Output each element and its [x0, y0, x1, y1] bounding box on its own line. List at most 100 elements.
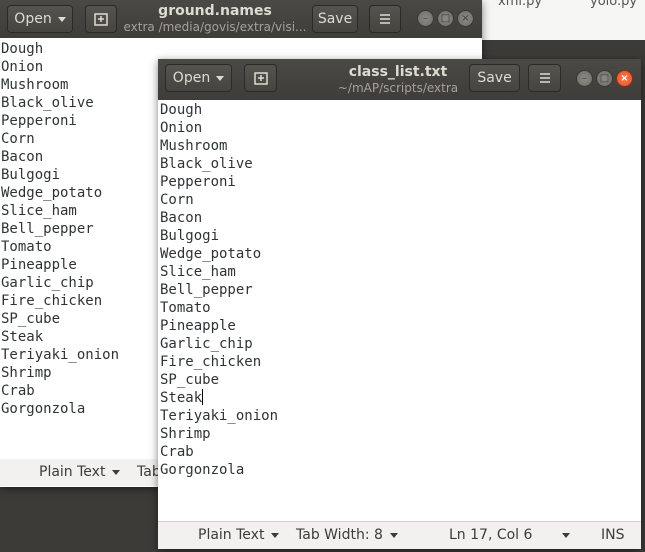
front-maximize-button[interactable]: □ — [596, 70, 613, 87]
line-text: Crab — [160, 444, 194, 460]
back-open-button[interactable]: Open — [7, 5, 73, 33]
front-language-label: Plain Text — [198, 527, 265, 543]
front-tab-width-selector[interactable]: Tab Width: 8 — [296, 527, 398, 543]
new-tab-icon — [94, 13, 108, 26]
hamburger-menu-icon — [380, 14, 390, 24]
line-text: Bacon — [160, 210, 203, 226]
text-line: Crab — [1, 382, 151, 400]
chevron-down-icon — [271, 532, 280, 538]
back-save-label: Save — [317, 11, 353, 27]
line-text: Onion — [1, 59, 44, 75]
front-window-subtitle: ~/mAP/scripts/extra — [337, 81, 459, 95]
text-line: Mushroom — [160, 137, 630, 155]
front-title-block: class_list.txt ~/mAP/scripts/extra — [328, 64, 468, 95]
line-text: Garlic_chip — [160, 336, 253, 352]
front-editor-window: Open class_list.txt ~/mAP/scripts/extra … — [158, 59, 641, 549]
front-open-label: Open — [172, 70, 211, 86]
back-new-tab-button[interactable] — [85, 5, 117, 33]
text-line: Bacon — [1, 148, 151, 166]
line-text: Bulgogi — [160, 228, 220, 244]
line-text: Black_olive — [1, 95, 94, 111]
back-save-button[interactable]: Save — [312, 5, 358, 33]
front-minimize-button[interactable]: – — [576, 70, 593, 87]
back-language-selector[interactable]: Plain Text — [39, 464, 121, 480]
text-line: Bulgogi — [160, 227, 630, 245]
back-window-title: ground.names — [158, 3, 272, 19]
desktop-file-xml[interactable]: xml.py — [498, 0, 542, 9]
front-statusbar: Plain Text Tab Width: 8 Ln 17, Col 6 INS — [158, 521, 641, 549]
line-text: SP_cube — [1, 311, 61, 327]
front-menu-button[interactable] — [528, 64, 561, 92]
text-line: Shrimp — [160, 425, 630, 443]
back-window-subtitle: extra /media/govis/extra/visi... — [123, 20, 307, 34]
maximize-icon: □ — [440, 12, 451, 24]
text-line: Bell_pepper — [160, 281, 630, 299]
line-text: SP_cube — [160, 372, 220, 388]
front-save-label: Save — [477, 70, 512, 86]
text-cursor — [202, 389, 204, 405]
text-line: Wedge_potato — [1, 184, 151, 202]
text-line: Crab — [160, 443, 630, 461]
text-line: SP_cube — [160, 371, 630, 389]
line-text: Pepperoni — [1, 113, 77, 129]
line-text: Corn — [160, 192, 194, 208]
front-save-button[interactable]: Save — [469, 64, 520, 92]
line-text: Tomato — [160, 300, 211, 316]
line-text: Mushroom — [1, 77, 69, 93]
text-line: Mushroom — [1, 76, 151, 94]
line-text: Bell_pepper — [160, 282, 253, 298]
line-text: Teriyaki_onion — [160, 408, 279, 424]
back-title-block: ground.names extra /media/govis/extra/vi… — [120, 3, 310, 34]
text-line: Bacon — [160, 209, 630, 227]
back-close-button[interactable]: × — [457, 10, 474, 27]
text-line: Steak — [160, 389, 630, 407]
back-headerbar: Open ground.names extra /media/govis/ext… — [0, 0, 482, 38]
back-text-view[interactable]: Dough Onion Mushroom Black_olive Pepperoni Co… — [1, 40, 151, 418]
text-line: Pepperoni — [1, 112, 151, 130]
back-open-label: Open — [14, 11, 52, 27]
front-close-button[interactable]: × — [616, 70, 633, 87]
line-text: Fire_chicken — [160, 354, 262, 370]
minimize-icon: – — [582, 72, 587, 84]
text-line: Pepperoni — [160, 173, 630, 191]
line-text: Bulgogi — [1, 167, 61, 183]
text-line: Tomato — [160, 299, 630, 317]
text-line: Black_olive — [160, 155, 630, 173]
front-new-tab-button[interactable] — [244, 64, 277, 92]
line-text: Pepperoni — [160, 174, 236, 190]
desktop-file-yolo[interactable]: yolo.py — [590, 0, 637, 9]
front-open-button[interactable]: Open — [165, 64, 232, 92]
front-headerbar: Open class_list.txt ~/mAP/scripts/extra … — [158, 59, 641, 100]
close-icon: × — [461, 12, 470, 24]
text-line: Corn — [1, 130, 151, 148]
line-text: Slice_ham — [1, 203, 77, 219]
line-text: Corn — [1, 131, 35, 147]
line-text: Gorgonzola — [160, 462, 245, 478]
line-text: Garlic_chip — [1, 275, 94, 291]
line-text: Tomato — [1, 239, 52, 255]
front-cursor-position-label: Ln 17, Col 6 — [449, 527, 533, 543]
back-minimize-button[interactable]: – — [417, 10, 434, 27]
front-insert-mode-label: INS — [601, 527, 625, 543]
line-text: Dough — [1, 41, 44, 57]
text-line: Slice_ham — [1, 202, 151, 220]
front-insert-mode[interactable]: INS — [601, 527, 625, 543]
text-line: Gorgonzola — [1, 400, 151, 418]
front-cursor-position-selector[interactable]: Ln 17, Col 6 — [449, 527, 571, 543]
text-line: Pineapple — [160, 317, 630, 335]
maximize-icon: □ — [599, 72, 610, 84]
line-text: Bacon — [1, 149, 44, 165]
text-line: Teriyaki_onion — [160, 407, 630, 425]
front-language-selector[interactable]: Plain Text — [198, 527, 280, 543]
text-line: Pineapple — [1, 256, 151, 274]
text-line: Steak — [1, 328, 151, 346]
hamburger-menu-icon — [539, 73, 550, 83]
line-text: Wedge_potato — [160, 246, 262, 262]
text-line: Slice_ham — [160, 263, 630, 281]
back-menu-button[interactable] — [369, 5, 401, 33]
close-icon: × — [620, 72, 629, 84]
front-text-view[interactable]: Dough Onion Mushroom Black_olive Pepperoni Co… — [160, 101, 630, 479]
line-text: Shrimp — [160, 426, 211, 442]
text-line: Dough — [1, 40, 151, 58]
back-maximize-button[interactable]: □ — [437, 10, 454, 27]
